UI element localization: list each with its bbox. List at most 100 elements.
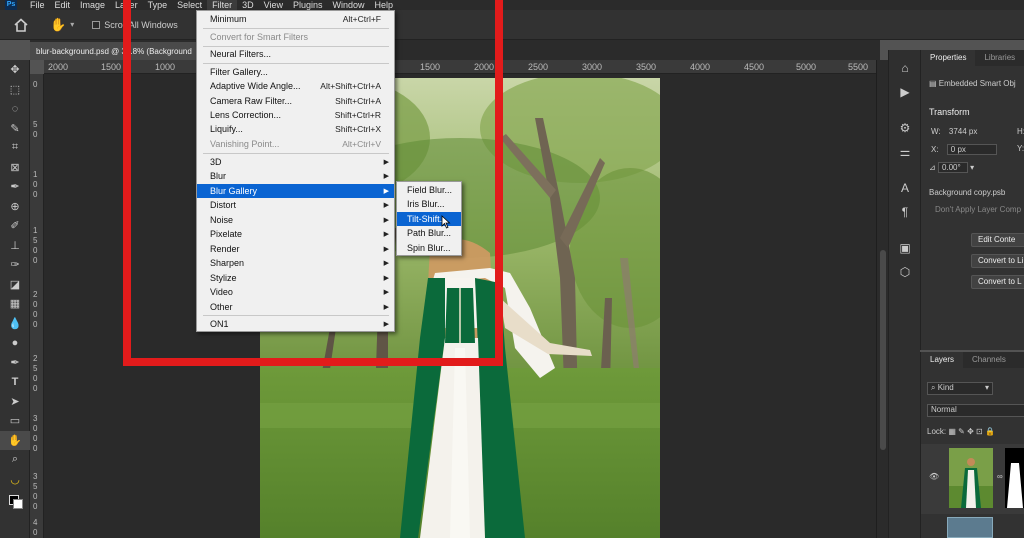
submenu-item-field-blur[interactable]: Field Blur...	[397, 183, 461, 197]
history-brush-tool-icon[interactable]: ✑	[0, 255, 30, 275]
menu-plugins[interactable]: Plugins	[288, 0, 328, 10]
menu-window[interactable]: Window	[328, 0, 370, 10]
tab-properties[interactable]: Properties	[921, 50, 976, 66]
lock-artboard-icon[interactable]: ⊡	[976, 427, 983, 436]
eraser-tool-icon[interactable]: ◪	[0, 275, 30, 295]
menu-item-convert-smart-filters[interactable]: Convert for Smart Filters	[197, 30, 394, 44]
angle-dropdown-icon[interactable]: ▾	[970, 163, 974, 172]
zoom-tool-icon[interactable]: ⌕	[0, 450, 30, 470]
actions-panel-icon[interactable]: ▶	[889, 80, 921, 104]
scroll-all-windows-option[interactable]: Scroll All Windows	[92, 20, 178, 30]
type-tool-icon[interactable]: T	[0, 372, 30, 392]
color-swatches-icon[interactable]	[0, 489, 30, 509]
submenu-item-iris-blur[interactable]: Iris Blur...	[397, 197, 461, 211]
menu-select[interactable]: Select	[172, 0, 207, 10]
menu-item-video[interactable]: Video ▶	[197, 285, 394, 299]
tab-layers[interactable]: Layers	[921, 352, 964, 368]
menu-item-3d[interactable]: 3D ▶	[197, 155, 394, 169]
menu-file[interactable]: File	[25, 0, 50, 10]
tab-libraries[interactable]: Libraries	[975, 50, 1024, 66]
hand-tool-icon[interactable]: ✋	[50, 17, 66, 33]
clone-stamp-tool-icon[interactable]: ⊥	[0, 236, 30, 256]
lasso-tool-icon[interactable]: ◌	[0, 99, 30, 119]
history-panel-icon[interactable]: ⌂	[889, 56, 921, 80]
layer-filter-dropdown[interactable]: ⌕ Kind ▾	[927, 382, 993, 395]
lock-brush-icon[interactable]: ✎	[958, 427, 965, 436]
lock-move-icon[interactable]: ✥	[967, 427, 974, 436]
layer-row[interactable]: 👁 ∞	[921, 444, 1024, 514]
link-icon[interactable]: ∞	[997, 472, 1003, 481]
menu-item-camera-raw-filter[interactable]: Camera Raw Filter... Shift+Ctrl+A	[197, 94, 394, 108]
document-tab[interactable]: blur-background.psd @ 34.8% (Background	[30, 42, 198, 60]
convert-to-layers-button[interactable]: Convert to L	[971, 275, 1024, 289]
brush-tool-icon[interactable]: ✐	[0, 216, 30, 236]
width-field[interactable]: 3744 px	[949, 127, 977, 136]
submenu-item-spin-blur[interactable]: Spin Blur...	[397, 241, 461, 255]
menu-item-vanishing-point[interactable]: Vanishing Point... Alt+Ctrl+V	[197, 137, 394, 151]
menu-help[interactable]: Help	[370, 0, 399, 10]
menu-item-neural-filters[interactable]: Neural Filters...	[197, 47, 394, 61]
properties-sliders-icon[interactable]: ⚌	[889, 140, 921, 164]
dodge-tool-icon[interactable]: ●	[0, 333, 30, 353]
eyedropper-tool-icon[interactable]: ✒	[0, 177, 30, 197]
adjustments-panel-icon[interactable]: ⚙	[889, 116, 921, 140]
home-icon[interactable]	[14, 17, 28, 32]
vertical-scrollbar[interactable]	[876, 60, 888, 538]
crop-tool-icon[interactable]: ⌗	[0, 138, 30, 158]
edit-contents-button[interactable]: Edit Conte	[971, 233, 1024, 247]
edit-toolbar-icon[interactable]: ◡	[0, 470, 30, 490]
layer-comp-dropdown[interactable]: Don't Apply Layer Comp	[935, 205, 1021, 214]
submenu-item-tilt-shift[interactable]: Tilt-Shift...	[397, 212, 461, 226]
paragraph-panel-icon[interactable]: ¶	[889, 200, 921, 224]
scroll-all-checkbox[interactable]	[92, 20, 101, 29]
3d-panel-icon[interactable]: ⬡	[889, 260, 921, 284]
submenu-item-path-blur[interactable]: Path Blur...	[397, 226, 461, 240]
menu-item-on1[interactable]: ON1 ▶	[197, 317, 394, 331]
menu-item-sharpen[interactable]: Sharpen ▶	[197, 256, 394, 270]
tab-paths[interactable]: Path	[1015, 352, 1024, 368]
menu-item-liquify[interactable]: Liquify... Shift+Ctrl+X	[197, 122, 394, 136]
menu-edit[interactable]: Edit	[50, 0, 76, 10]
menu-item-blur[interactable]: Blur ▶	[197, 169, 394, 183]
healing-brush-tool-icon[interactable]: ⊕	[0, 197, 30, 217]
menu-item-adaptive-wide-angle[interactable]: Adaptive Wide Angle... Alt+Shift+Ctrl+A	[197, 79, 394, 93]
rectangle-tool-icon[interactable]: ▭	[0, 411, 30, 431]
plugins-panel-icon[interactable]: ▣	[889, 236, 921, 260]
convert-to-linked-button[interactable]: Convert to Li	[971, 254, 1024, 268]
hand-tool-icon[interactable]: ✋	[0, 430, 30, 450]
tab-channels[interactable]: Channels	[963, 352, 1015, 368]
menu-item-pixelate[interactable]: Pixelate ▶	[197, 227, 394, 241]
blur-tool-icon[interactable]: 💧	[0, 314, 30, 334]
move-tool-icon[interactable]: ✥	[0, 60, 30, 80]
gradient-tool-icon[interactable]: ▦	[0, 294, 30, 314]
pen-tool-icon[interactable]: ✒	[0, 353, 30, 373]
menu-item-minimum[interactable]: Minimum Alt+Ctrl+F	[197, 12, 394, 26]
menu-3d[interactable]: 3D	[237, 0, 259, 10]
background-layer-thumbnail[interactable]	[947, 517, 993, 538]
lock-all-icon[interactable]: 🔒	[985, 427, 995, 436]
menu-item-lens-correction[interactable]: Lens Correction... Shift+Ctrl+R	[197, 108, 394, 122]
menu-item-noise[interactable]: Noise ▶	[197, 213, 394, 227]
menu-item-filter-gallery[interactable]: Filter Gallery...	[197, 65, 394, 79]
menu-view[interactable]: View	[259, 0, 288, 10]
scrollbar-thumb[interactable]	[880, 250, 886, 450]
menu-item-distort[interactable]: Distort ▶	[197, 198, 394, 212]
lock-transparent-icon[interactable]: ▦	[948, 427, 956, 436]
canvas-area[interactable]	[44, 74, 876, 538]
blend-mode-dropdown[interactable]: Normal	[927, 404, 1024, 417]
menu-item-other[interactable]: Other ▶	[197, 300, 394, 314]
frame-tool-icon[interactable]: ⊠	[0, 158, 30, 178]
menu-item-stylize[interactable]: Stylize ▶	[197, 271, 394, 285]
x-field[interactable]: 0 px	[946, 144, 997, 155]
tool-preset-dropdown[interactable]: ▾	[70, 20, 74, 29]
menu-layer[interactable]: Layer	[110, 0, 143, 10]
menu-type[interactable]: Type	[143, 0, 173, 10]
quick-select-tool-icon[interactable]: ✎	[0, 119, 30, 139]
character-panel-icon[interactable]: A	[889, 176, 921, 200]
eye-icon[interactable]: 👁	[929, 472, 939, 481]
menu-item-blur-gallery[interactable]: Blur Gallery ▶	[197, 184, 394, 198]
menu-item-render[interactable]: Render ▶	[197, 242, 394, 256]
marquee-tool-icon[interactable]: ⬚	[0, 80, 30, 100]
angle-field[interactable]: 0.00°	[937, 162, 968, 173]
menu-image[interactable]: Image	[75, 0, 110, 10]
